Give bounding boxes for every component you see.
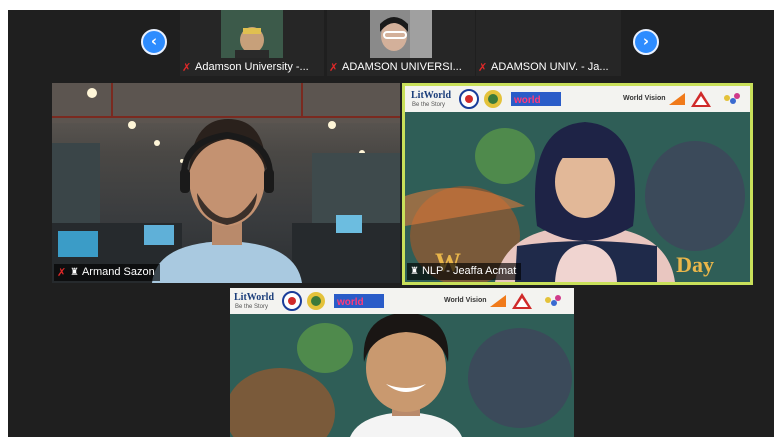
- next-page-arrow[interactable]: ›: [633, 29, 659, 55]
- participant-thumbnail-label: ✗ ADAMSON UNIVERSI...: [329, 61, 462, 74]
- litworld-tagline: Be the Story: [412, 102, 446, 108]
- svg-text:world: world: [513, 95, 541, 106]
- video-thumbnail: [370, 10, 432, 58]
- partner-logos: world: [282, 291, 384, 311]
- sponsor-logos: [669, 91, 740, 107]
- svg-text:world: world: [336, 297, 364, 308]
- partner-logos: world: [459, 89, 561, 109]
- participant-thumbnail-label: ✗ ADAMSON UNIV. - Ja...: [478, 61, 609, 74]
- world-vision-logo: World Vision: [623, 95, 666, 102]
- video-tile-participant[interactable]: LitWorld Be the Story world World Vision: [230, 288, 574, 437]
- zoom-gallery-view: ‹ ✗ Adamson University -... ✗ ADAMSON UNIV…: [8, 10, 774, 437]
- muted-mic-icon: ✗: [478, 61, 488, 74]
- event-logo-banner: LitWorld Be the Story world World Vision: [405, 86, 750, 112]
- previous-page-arrow[interactable]: ‹: [141, 29, 167, 55]
- participant-thumbnail-2[interactable]: ✗ ADAMSON UNIVERSI...: [327, 10, 475, 76]
- participant-name-tag: ✗ ♜ Armand Sazon: [54, 264, 160, 281]
- video-feed: [52, 83, 400, 283]
- muted-mic-icon: ✗: [329, 61, 339, 74]
- participant-name-tag: ♜ NLP - Jeaffa Acmat: [407, 263, 522, 280]
- world-vision-logo: World Vision: [444, 297, 487, 304]
- video-thumbnail: [221, 10, 283, 58]
- video-tile-jeaffa[interactable]: W LitWorld Be the Story world World Visi…: [402, 83, 753, 285]
- muted-mic-icon: ✗: [182, 61, 192, 74]
- litworld-logo: LitWorld: [411, 90, 452, 101]
- event-logo-banner: LitWorld Be the Story world World Vision: [230, 288, 574, 314]
- participant-thumbnail-3[interactable]: ✗ ADAMSON UNIV. - Ja...: [476, 10, 621, 76]
- host-icon: ♜: [70, 267, 79, 278]
- participant-thumbnail-1[interactable]: ✗ Adamson University -...: [180, 10, 324, 76]
- litworld-tagline: Be the Story: [235, 304, 269, 310]
- litworld-logo: LitWorld: [234, 292, 275, 303]
- video-tile-armand[interactable]: ✗ ♜ Armand Sazon: [52, 83, 400, 283]
- sponsor-logos: [490, 293, 561, 309]
- participant-thumbnail-label: ✗ Adamson University -...: [182, 61, 309, 74]
- host-icon: ♜: [410, 266, 419, 277]
- background-day-text: Day: [676, 252, 714, 277]
- muted-mic-icon: ✗: [57, 266, 67, 279]
